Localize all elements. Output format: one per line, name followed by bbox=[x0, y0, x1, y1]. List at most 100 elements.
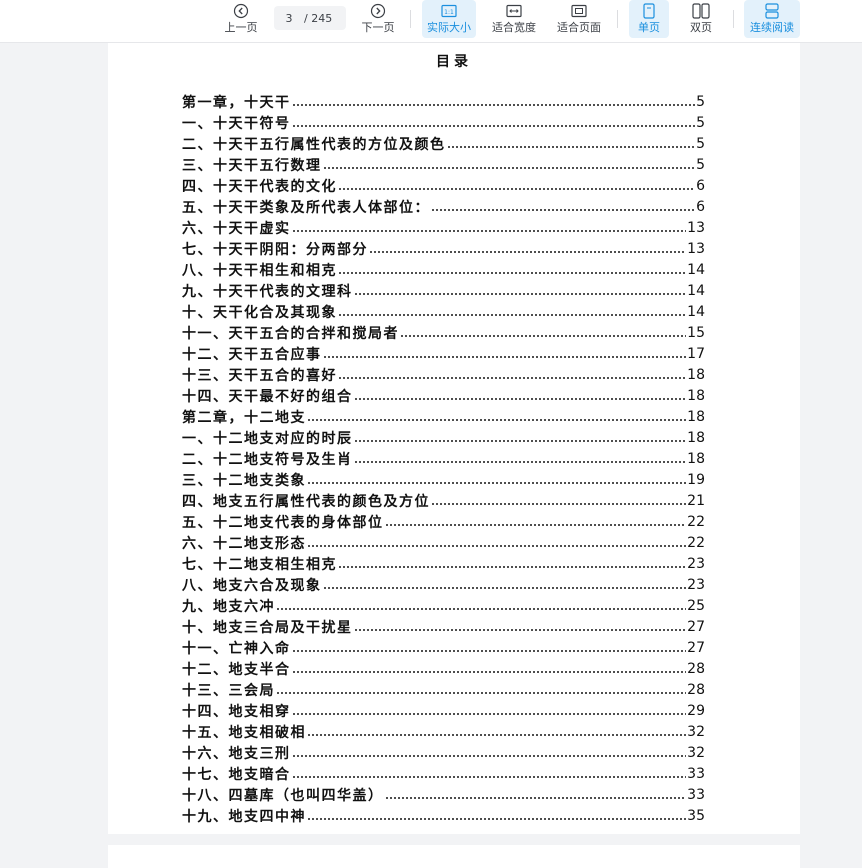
toc-entry[interactable]: 四、十天干代表的文化 6 bbox=[182, 175, 705, 196]
toc-entry-page: 29 bbox=[687, 702, 705, 719]
toc-entry[interactable]: 十六、地支三刑 32 bbox=[182, 742, 705, 763]
document-page: 目录 第一章，十天干 5 一、十天干符号 5 二、十天干五行属性代表的方位及颜色 5 三、十… bbox=[108, 43, 800, 834]
toc-entry[interactable]: 十二、天干五合应事 17 bbox=[182, 343, 705, 364]
toc-leader-dots bbox=[291, 712, 687, 715]
toc-entry-title: 五、十二地支代表的身体部位 bbox=[182, 514, 384, 531]
continuous-read-button[interactable]: 连续阅读 bbox=[744, 0, 800, 38]
toc-entry-title: 十三、三会局 bbox=[182, 682, 275, 699]
toc-leader-dots bbox=[291, 754, 687, 757]
actual-size-button[interactable]: 1:1 实际大小 bbox=[422, 0, 476, 38]
double-page-button[interactable]: 双页 bbox=[681, 0, 721, 38]
toc-entry[interactable]: 七、十天干阴阳：分两部分 13 bbox=[182, 238, 705, 259]
svg-text:1:1: 1:1 bbox=[444, 9, 454, 16]
toc-entry[interactable]: 三、十二地支类象 19 bbox=[182, 469, 705, 490]
toc-leader-dots bbox=[276, 607, 687, 610]
toc-entry[interactable]: 五、十二地支代表的身体部位 22 bbox=[182, 511, 705, 532]
toc-entry[interactable]: 二、十二地支符号及生肖 18 bbox=[182, 448, 705, 469]
single-page-icon bbox=[640, 3, 658, 19]
toc-entry[interactable]: 五、十天干类象及所代表人体部位： 6 bbox=[182, 196, 705, 217]
toc-entry-title: 八、十天干相生和相克 bbox=[182, 262, 337, 279]
toc-entry[interactable]: 十三、三会局 28 bbox=[182, 679, 705, 700]
toc-leader-dots bbox=[307, 733, 687, 736]
toc-entry-page: 5 bbox=[696, 156, 705, 173]
prev-page-button[interactable]: 上一页 bbox=[222, 0, 260, 38]
toc-entry[interactable]: 三、十天干五行数理 5 bbox=[182, 154, 705, 175]
toolbar-divider bbox=[733, 10, 734, 28]
toc-entry[interactable]: 十四、天干最不好的组合 18 bbox=[182, 385, 705, 406]
toc-leader-dots bbox=[353, 292, 687, 295]
toolbar-divider bbox=[617, 10, 618, 28]
toc-leader-dots bbox=[431, 208, 696, 211]
toc-entry[interactable]: 十、天干化合及其现象 14 bbox=[182, 301, 705, 322]
toc-entry-title: 第二章，十二地支 bbox=[182, 409, 306, 426]
toc-entry-page: 19 bbox=[687, 471, 705, 488]
toc-entry[interactable]: 七、十二地支相生相克 23 bbox=[182, 553, 705, 574]
toc-entry-page: 5 bbox=[696, 135, 705, 152]
chevron-right-circle-icon bbox=[369, 3, 387, 19]
toc-entry-page: 13 bbox=[687, 219, 705, 236]
toc-entry[interactable]: 九、十天干代表的文理科 14 bbox=[182, 280, 705, 301]
toc-entry[interactable]: 十、地支三合局及干扰星 27 bbox=[182, 616, 705, 637]
toc-entry-page: 18 bbox=[687, 429, 705, 446]
toc-entry-title: 十二、地支半合 bbox=[182, 661, 291, 678]
toc-entry-page: 28 bbox=[687, 681, 705, 698]
toc-entry-title: 八、地支六合及现象 bbox=[182, 577, 322, 594]
toc-entry-page: 27 bbox=[687, 618, 705, 635]
toc-leader-dots bbox=[353, 628, 687, 631]
toc-entry[interactable]: 九、地支六冲 25 bbox=[182, 595, 705, 616]
toc-entry[interactable]: 十三、天干五合的喜好 18 bbox=[182, 364, 705, 385]
toc-entry[interactable]: 四、地支五行属性代表的颜色及方位 21 bbox=[182, 490, 705, 511]
toc-entry-page: 14 bbox=[687, 303, 705, 320]
toc-leader-dots bbox=[431, 502, 687, 505]
toc-entry-title: 七、十天干阴阳：分两部分 bbox=[182, 241, 368, 258]
toc-entry-title: 十四、天干最不好的组合 bbox=[182, 388, 353, 405]
total-pages: / 245 bbox=[304, 11, 333, 25]
fit-page-button[interactable]: 适合页面 bbox=[554, 0, 604, 38]
toc-entry-page: 17 bbox=[687, 345, 705, 362]
toc-entry[interactable]: 一、十天干符号 5 bbox=[182, 112, 705, 133]
toc-entry[interactable]: 一、十二地支对应的时辰 18 bbox=[182, 427, 705, 448]
toc-entry[interactable]: 八、十天干相生和相克 14 bbox=[182, 259, 705, 280]
toc-entry-page: 14 bbox=[687, 261, 705, 278]
toc-leader-dots bbox=[307, 817, 687, 820]
toc-entry-title: 三、十二地支类象 bbox=[182, 472, 306, 489]
chevron-left-circle-icon bbox=[232, 3, 250, 19]
fit-width-button[interactable]: 适合宽度 bbox=[489, 0, 539, 38]
toc-entry[interactable]: 第二章，十二地支 18 bbox=[182, 406, 705, 427]
toc-entry[interactable]: 六、十天干虚实 13 bbox=[182, 217, 705, 238]
toc-entry-title: 三、十天干五行数理 bbox=[182, 157, 322, 174]
current-page-input[interactable]: 3 bbox=[274, 12, 304, 25]
toc-entry[interactable]: 十一、天干五合的合拌和搅局者 15 bbox=[182, 322, 705, 343]
toc-leader-dots bbox=[291, 649, 687, 652]
toc-entry[interactable]: 十五、地支相破相 32 bbox=[182, 721, 705, 742]
toc-entry-title: 十、天干化合及其现象 bbox=[182, 304, 337, 321]
fit-width-label: 适合宽度 bbox=[492, 21, 536, 34]
toc-entry[interactable]: 十一、亡神入命 27 bbox=[182, 637, 705, 658]
toc-entry-title: 四、地支五行属性代表的颜色及方位 bbox=[182, 493, 430, 510]
toc-entry-title: 十一、天干五合的合拌和搅局者 bbox=[182, 325, 399, 342]
toc-entry-title: 十六、地支三刑 bbox=[182, 745, 291, 762]
toc-entry[interactable]: 十七、地支暗合 33 bbox=[182, 763, 705, 784]
toc-entry-page: 33 bbox=[687, 786, 705, 803]
toc-entry-page: 22 bbox=[687, 534, 705, 551]
toc-entry[interactable]: 第一章，十天干 5 bbox=[182, 91, 705, 112]
reader-toolbar: 上一页 3 / 245 下一页 1:1 实际大小 适合宽度 适合页面 单页 双页… bbox=[0, 0, 862, 43]
toc-entry-title: 十一、亡神入命 bbox=[182, 640, 291, 657]
toc-entry-page: 23 bbox=[687, 576, 705, 593]
toc-entry-page: 18 bbox=[687, 408, 705, 425]
toc-entry-page: 13 bbox=[687, 240, 705, 257]
toc-entry-title: 十二、天干五合应事 bbox=[182, 346, 322, 363]
next-page-button[interactable]: 下一页 bbox=[359, 0, 397, 38]
toc-entry[interactable]: 八、地支六合及现象 23 bbox=[182, 574, 705, 595]
toc-entry[interactable]: 十八、四墓库（也叫四华盖） 33 bbox=[182, 784, 705, 805]
toc-entry[interactable]: 二、十天干五行属性代表的方位及颜色 5 bbox=[182, 133, 705, 154]
toc-entry[interactable]: 十九、地支四中神 35 bbox=[182, 805, 705, 826]
toc-entry[interactable]: 十四、地支相穿 29 bbox=[182, 700, 705, 721]
toc-entry[interactable]: 六、十二地支形态 22 bbox=[182, 532, 705, 553]
toc-entry[interactable]: 十二、地支半合 28 bbox=[182, 658, 705, 679]
toc-entry-title: 一、十天干符号 bbox=[182, 115, 291, 132]
toc-entry-page: 28 bbox=[687, 660, 705, 677]
toc-leader-dots bbox=[322, 166, 696, 169]
toc-leader-dots bbox=[338, 565, 687, 568]
single-page-button[interactable]: 单页 bbox=[629, 0, 669, 38]
